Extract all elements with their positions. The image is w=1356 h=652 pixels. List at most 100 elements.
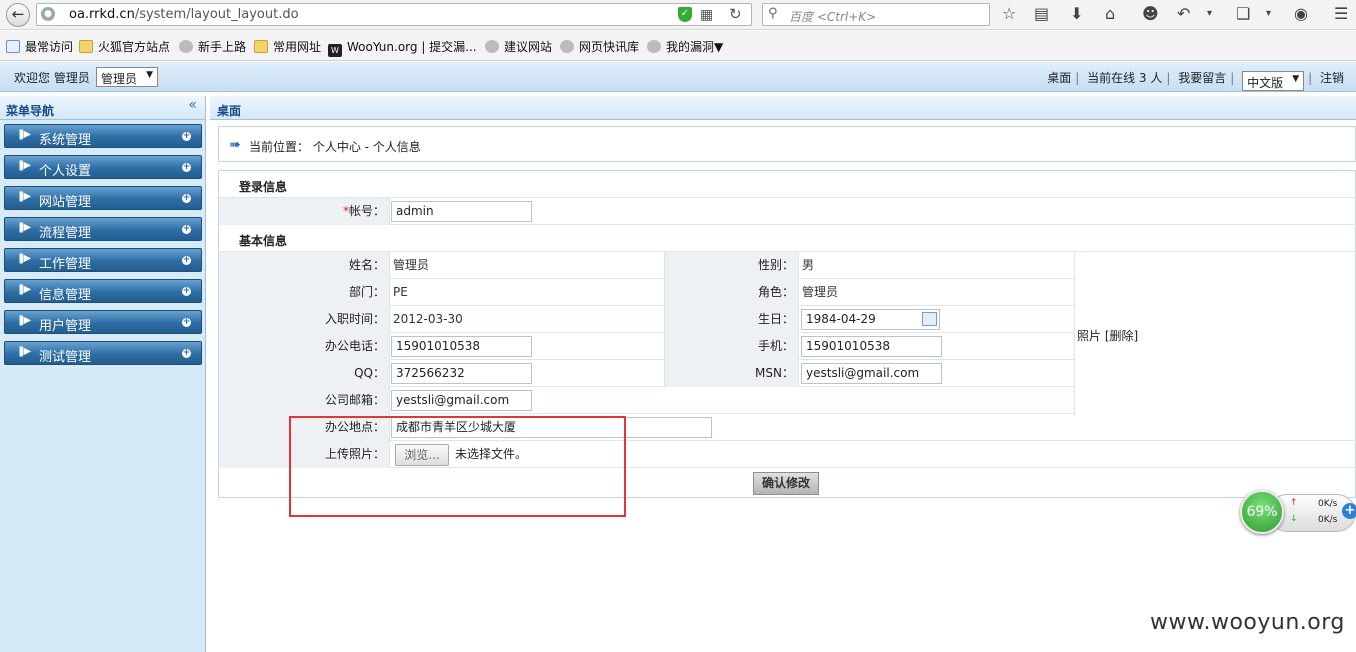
collapse-icon[interactable]: « <box>188 97 197 113</box>
bookmark-item[interactable]: W WooYun.org | 提交漏... <box>328 38 477 57</box>
main-content: 桌面 ➠ 当前位置： 个人中心 - 个人信息 登录信息 *帐号： admin 基… <box>210 96 1356 652</box>
search-page-icon <box>6 40 20 53</box>
bookmark-item[interactable]: 火狐官方站点 <box>79 38 170 55</box>
basic-section-header: 基本信息 <box>219 225 1356 252</box>
reading-list-icon[interactable]: ▤ <box>1034 4 1049 24</box>
name-label: 姓名： <box>219 252 390 279</box>
menu-icon[interactable]: ☰ <box>1334 4 1348 24</box>
message-link[interactable]: 我要留言 <box>1178 71 1226 85</box>
url-text: oa.rrkd.cn/system/layout_layout.do <box>69 7 299 22</box>
sidebar-item-work[interactable]: ❚▶ 工作管理 + <box>4 248 202 272</box>
bookmark-item[interactable]: 建议网站 <box>485 38 552 55</box>
qq-row: QQ： 372566232 MSN： yestsli@gmail.com <box>219 360 1074 387</box>
account-field[interactable]: admin <box>391 201 532 222</box>
office-phone-label: 办公电话： <box>219 333 390 360</box>
join-date-value: 2012-03-30 <box>393 312 463 326</box>
bookmark-item[interactable]: 最常访问 <box>6 38 73 55</box>
undo-icon[interactable]: ↶ <box>1177 4 1190 24</box>
name-value: 管理员 <box>393 258 430 272</box>
qr-icon[interactable]: ▦ <box>700 7 713 23</box>
network-speed-widget[interactable]: 69% ↑ ↓ 0K/s 0K/s + <box>1238 488 1356 536</box>
tab-desktop[interactable]: 桌面 <box>210 96 1356 120</box>
expand-arrow-icon: ❚▶ <box>17 160 31 171</box>
plus-icon: + <box>182 286 191 296</box>
photo-delete-link[interactable]: 照片 [删除] <box>1077 327 1138 344</box>
plus-icon: + <box>182 255 191 265</box>
download-rate: 0K/s <box>1318 515 1338 525</box>
wooyun-icon: W <box>328 44 342 57</box>
bookmark-item[interactable]: 网页快讯库 <box>560 38 639 55</box>
sidebar-item-users[interactable]: ❚▶ 用户管理 + <box>4 310 202 334</box>
bookmark-item[interactable]: 我的漏洞▼ <box>647 38 723 55</box>
search-icon: ⚲ <box>768 6 778 21</box>
expand-arrow-icon: ❚▶ <box>17 346 31 357</box>
download-icon[interactable]: ⬇ <box>1070 4 1083 24</box>
photo-cell: 照片 [删除] <box>1074 253 1356 415</box>
globe-icon <box>560 40 574 53</box>
plus-icon: + <box>182 224 191 234</box>
browser-toolbar: ← ● oa.rrkd.cn/system/layout_layout.do ✓… <box>0 0 1356 30</box>
app-header: 欢迎您 管理员 管理员 ▼ 桌面 | 当前在线 3 人 | 我要留言 | 中文版 ▼ | 注… <box>0 62 1356 92</box>
mobile-label: 手机： <box>664 333 799 360</box>
home-icon[interactable]: ⌂ <box>1105 4 1115 24</box>
msn-field[interactable]: yestsli@gmail.com <box>801 363 942 384</box>
phone-row: 办公电话： 15901010538 手机： 15901010538 <box>219 333 1074 360</box>
role-value: 管理员 <box>802 285 839 299</box>
join-date-label: 入职时间： <box>219 306 390 333</box>
sidebar-item-test[interactable]: ❚▶ 测试管理 + <box>4 341 202 365</box>
gender-value: 男 <box>802 258 815 272</box>
account-label: *帐号： <box>219 198 390 225</box>
language-select[interactable]: 中文版 ▼ <box>1242 71 1305 91</box>
role-select[interactable]: 管理员 ▼ <box>96 67 158 87</box>
comment-icon[interactable]: ◉ <box>1294 4 1308 24</box>
url-bar[interactable]: ● oa.rrkd.cn/system/layout_layout.do ✓ ▦… <box>36 3 752 26</box>
dept-row: 部门： PE 角色： 管理员 <box>219 279 1074 306</box>
qq-label: QQ： <box>219 360 390 387</box>
qq-field[interactable]: 372566232 <box>391 363 532 384</box>
plus-icon: + <box>182 131 191 141</box>
sidebar-title: 菜单导航 <box>6 104 55 118</box>
mobile-field[interactable]: 15901010538 <box>801 336 942 357</box>
bookmark-item[interactable]: 常用网址 <box>254 38 321 55</box>
email-field[interactable]: yestsli@gmail.com <box>391 390 532 411</box>
star-icon[interactable]: ☆ <box>1002 4 1016 24</box>
join-row: 入职时间： 2012-03-30 生日： 1984-04-29 <box>219 306 1074 333</box>
search-input[interactable]: ⚲ 百度 <Ctrl+K> <box>762 3 990 26</box>
chat-icon[interactable]: ☻ <box>1142 4 1159 24</box>
sidebar-header: 菜单导航 « <box>0 96 205 120</box>
plus-icon: + <box>182 162 191 172</box>
sidebar-item-personal[interactable]: ❚▶ 个人设置 + <box>4 155 202 179</box>
globe-icon <box>485 40 499 53</box>
office-phone-field[interactable]: 15901010538 <box>391 336 532 357</box>
plus-icon[interactable]: + <box>1342 503 1356 519</box>
welcome-text: 欢迎您 管理员 <box>14 71 90 85</box>
back-icon[interactable]: ← <box>6 3 30 27</box>
shield-icon[interactable]: ✓ <box>678 7 692 22</box>
logout-link[interactable]: 注销 <box>1320 71 1344 85</box>
upload-arrow-icon: ↑ <box>1290 498 1298 508</box>
bookmark-item[interactable]: 新手上路 <box>179 38 246 55</box>
plus-icon: + <box>182 348 191 358</box>
calendar-icon[interactable] <box>922 312 937 326</box>
sidebar-item-system[interactable]: ❚▶ 系统管理 + <box>4 124 202 148</box>
expand-arrow-icon: ❚▶ <box>17 222 31 233</box>
expand-arrow-icon: ❚▶ <box>17 129 31 140</box>
chevron-down-icon[interactable]: ▾ <box>1266 4 1271 24</box>
sidebar-item-workflow[interactable]: ❚▶ 流程管理 + <box>4 217 202 241</box>
chevron-down-icon: ▼ <box>1292 74 1300 84</box>
plus-icon: + <box>182 317 191 327</box>
submit-button[interactable]: 确认修改 <box>753 472 819 495</box>
sidebar: 菜单导航 « ❚▶ 系统管理 + ❚▶ 个人设置 + ❚▶ 网站管理 + ❚▶ 流程管理 + ❚… <box>0 96 206 652</box>
desktop-link[interactable]: 桌面 <box>1047 71 1071 85</box>
reload-icon[interactable]: ↻ <box>729 5 742 23</box>
watermark: www.wooyun.org <box>1150 610 1345 635</box>
gender-label: 性别： <box>664 252 799 279</box>
arrow-right-icon: ➠ <box>229 137 241 153</box>
download-arrow-icon: ↓ <box>1290 514 1298 524</box>
sidebar-item-website[interactable]: ❚▶ 网站管理 + <box>4 186 202 210</box>
chevron-down-icon[interactable]: ▾ <box>1207 4 1212 24</box>
birthday-field[interactable]: 1984-04-29 <box>801 309 940 330</box>
expand-arrow-icon: ❚▶ <box>17 315 31 326</box>
crop-icon[interactable]: ❏ <box>1236 4 1250 24</box>
sidebar-item-info[interactable]: ❚▶ 信息管理 + <box>4 279 202 303</box>
